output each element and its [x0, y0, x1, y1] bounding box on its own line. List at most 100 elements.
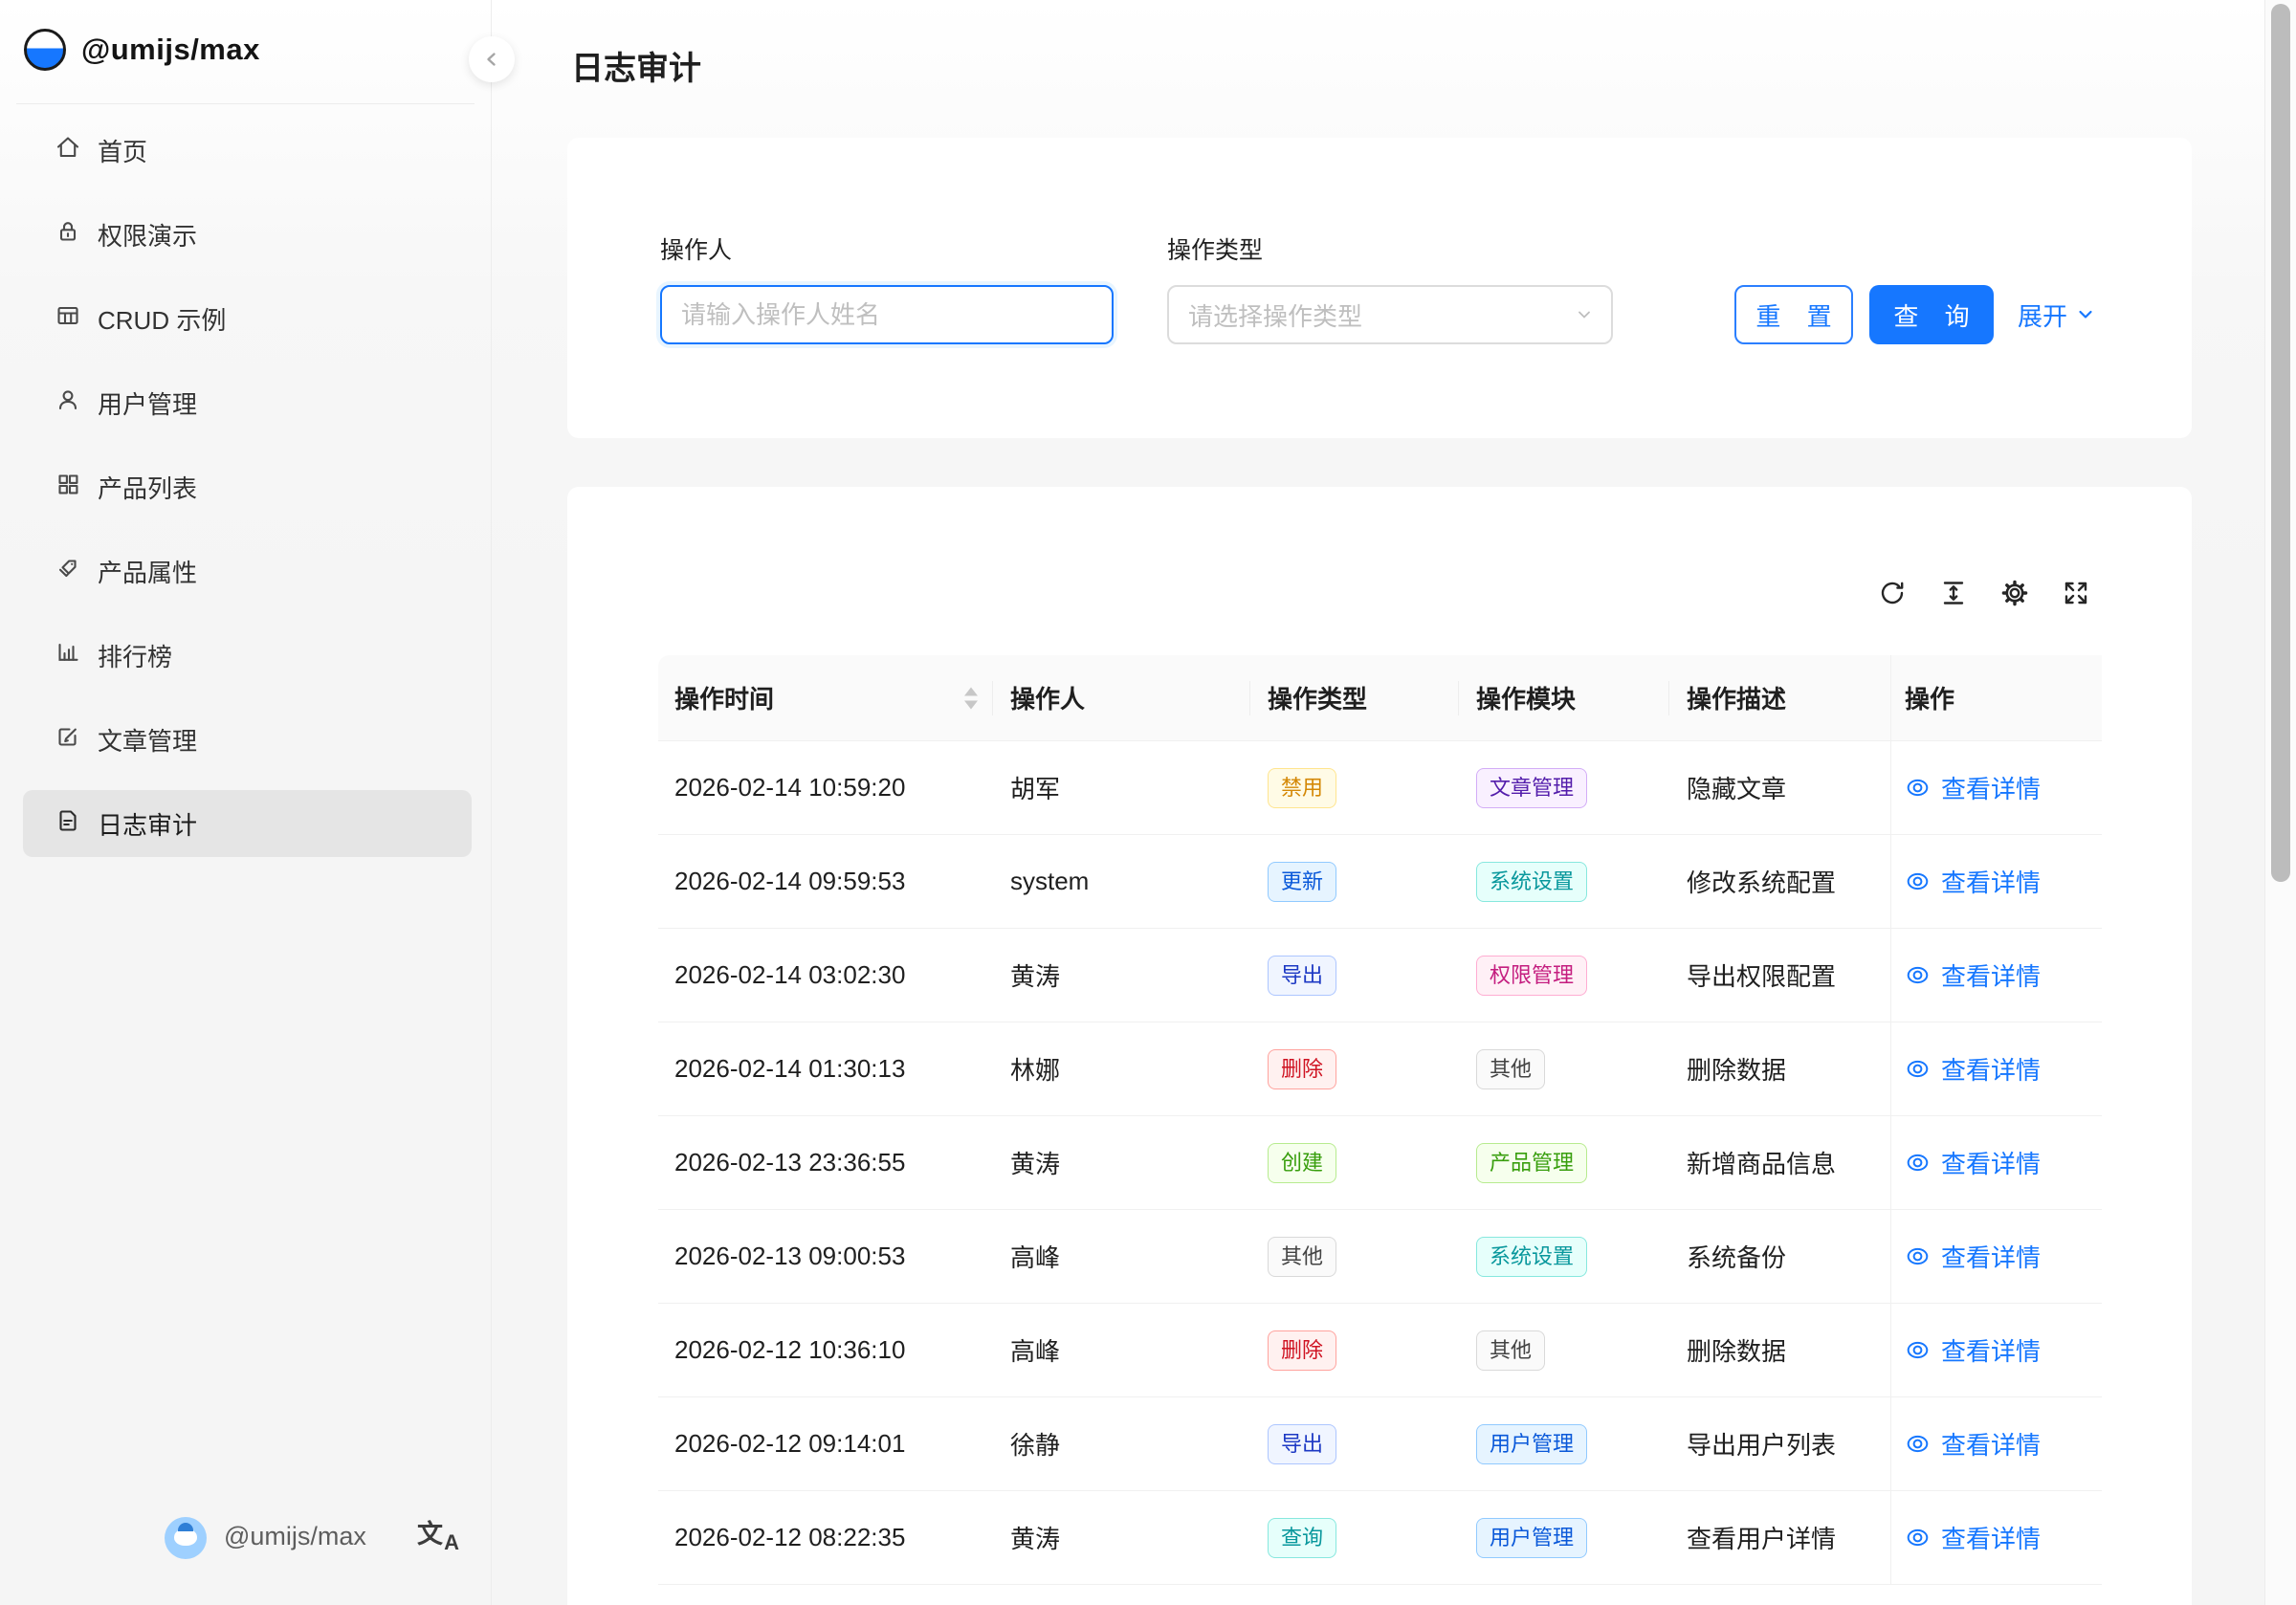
view-detail-link[interactable]: 查看详情 [1905, 1426, 2041, 1462]
reload-icon[interactable] [1878, 579, 1907, 607]
cell-desc: 查看用户详情 [1669, 1491, 1890, 1584]
brand[interactable]: @umijs/max [24, 29, 260, 71]
view-detail-link[interactable]: 查看详情 [1905, 1332, 2041, 1368]
fullscreen-icon[interactable] [2062, 579, 2090, 607]
sidebar-item-label: 排行榜 [98, 638, 172, 673]
cell-type: 导出 [1250, 1397, 1459, 1490]
cell-desc: 修改系统配置 [1669, 835, 1890, 928]
view-detail-link[interactable]: 查看详情 [1905, 957, 2041, 993]
sidebar-item-users[interactable]: 用户管理 [23, 369, 472, 436]
view-detail-link[interactable]: 查看详情 [1905, 1520, 2041, 1555]
column-header-time[interactable]: 操作时间 [658, 655, 993, 740]
type-tag: 查询 [1268, 1518, 1336, 1558]
cell-module: 产品管理 [1459, 1116, 1669, 1209]
cell-time: 2026-02-12 10:36:10 [658, 1304, 993, 1396]
translate-icon[interactable]: 文A [417, 1513, 459, 1555]
column-header-module: 操作模块 [1459, 655, 1669, 740]
cell-operator: system [993, 835, 1250, 928]
cell-time: 2026-02-14 01:30:13 [658, 1022, 993, 1115]
cell-module: 系统设置 [1459, 1210, 1669, 1303]
table-row: 2026-02-12 09:14:01 徐静 导出 用户管理 导出用户列表 查看… [658, 1397, 2102, 1491]
module-tag: 用户管理 [1476, 1424, 1587, 1464]
module-tag: 权限管理 [1476, 956, 1587, 996]
cell-operator: 高峰 [993, 1304, 1250, 1396]
view-detail-link[interactable]: 查看详情 [1905, 1145, 2041, 1180]
page-title: 日志审计 [571, 42, 701, 89]
table-header-row: 操作时间 操作人 操作类型 操作模块 操作描述 操作 [658, 655, 2102, 741]
chevron-left-icon [483, 51, 500, 68]
type-select-placeholder: 请选择操作类型 [1188, 297, 1362, 333]
type-tag: 删除 [1268, 1049, 1336, 1089]
settings-gear-icon[interactable] [2000, 579, 2029, 607]
sidebar-item-articles[interactable]: 文章管理 [23, 706, 472, 773]
scrollbar-thumb[interactable] [2271, 4, 2290, 882]
user-avatar[interactable] [165, 1517, 207, 1559]
sort-icon[interactable] [964, 687, 978, 709]
rice-bowl-logo-icon [24, 29, 66, 71]
column-header-operator: 操作人 [993, 655, 1250, 740]
eye-icon [1905, 868, 1931, 894]
cell-action: 查看详情 [1890, 1304, 2102, 1396]
cell-desc: 导出用户列表 [1669, 1397, 1890, 1490]
eye-icon [1905, 962, 1931, 988]
cell-action: 查看详情 [1890, 1491, 2102, 1584]
module-tag: 产品管理 [1476, 1143, 1587, 1183]
table-toolbar [1878, 579, 2090, 607]
cell-type: 查询 [1250, 1491, 1459, 1584]
sidebar-item-label: 文章管理 [98, 722, 197, 758]
sidebar-item-label: CRUD 示例 [98, 301, 226, 337]
app-window: @umijs/max 首页 权限演示 CRUD 示例 [0, 0, 2296, 1605]
file-text-icon [55, 807, 81, 841]
eye-icon [1905, 1056, 1931, 1082]
cell-operator: 林娜 [993, 1022, 1250, 1115]
type-tag: 禁用 [1268, 768, 1336, 808]
module-tag: 其他 [1476, 1049, 1545, 1089]
type-tag: 导出 [1268, 1424, 1336, 1464]
eye-icon [1905, 1525, 1931, 1550]
column-header-desc: 操作描述 [1669, 655, 1890, 740]
operator-input[interactable] [660, 285, 1114, 344]
view-detail-label: 查看详情 [1941, 864, 2041, 899]
cell-time: 2026-02-12 09:14:01 [658, 1397, 993, 1490]
cell-action: 查看详情 [1890, 929, 2102, 1022]
table-row: 2026-02-14 01:30:13 林娜 删除 其他 删除数据 查看详情 [658, 1022, 2102, 1116]
cell-type: 其他 [1250, 1210, 1459, 1303]
sidebar-item-products[interactable]: 产品列表 [23, 453, 472, 520]
cell-operator: 胡军 [993, 741, 1250, 834]
type-select[interactable]: 请选择操作类型 [1167, 285, 1613, 344]
cell-module: 文章管理 [1459, 741, 1669, 834]
sidebar-item-home[interactable]: 首页 [23, 117, 472, 184]
view-detail-link[interactable]: 查看详情 [1905, 770, 2041, 805]
module-tag: 文章管理 [1476, 768, 1587, 808]
cell-type: 导出 [1250, 929, 1459, 1022]
view-detail-link[interactable]: 查看详情 [1905, 1239, 2041, 1274]
page-scrollbar[interactable] [2264, 0, 2296, 1605]
view-detail-link[interactable]: 查看详情 [1905, 864, 2041, 899]
view-detail-label: 查看详情 [1941, 1426, 2041, 1462]
cell-action: 查看详情 [1890, 1022, 2102, 1115]
query-button[interactable]: 查 询 [1869, 285, 1994, 344]
lock-icon [55, 218, 81, 252]
view-detail-label: 查看详情 [1941, 1145, 2041, 1180]
view-detail-link[interactable]: 查看详情 [1905, 1051, 2041, 1087]
sidebar-item-log-audit[interactable]: 日志审计 [23, 790, 472, 857]
sidebar-collapse-button[interactable] [469, 36, 515, 82]
table-row: 2026-02-13 23:36:55 黄涛 创建 产品管理 新增商品信息 查看… [658, 1116, 2102, 1210]
sidebar-item-ranking[interactable]: 排行榜 [23, 622, 472, 689]
cell-desc: 删除数据 [1669, 1022, 1890, 1115]
view-detail-label: 查看详情 [1941, 1332, 2041, 1368]
cell-type: 更新 [1250, 835, 1459, 928]
reset-button[interactable]: 重 置 [1734, 285, 1853, 344]
eye-icon [1905, 1431, 1931, 1457]
view-detail-label: 查看详情 [1941, 957, 2041, 993]
density-icon[interactable] [1939, 579, 1968, 607]
table-icon [55, 302, 81, 336]
sidebar-item-permission[interactable]: 权限演示 [23, 201, 472, 268]
sidebar-item-crud[interactable]: CRUD 示例 [23, 285, 472, 352]
log-table: 操作时间 操作人 操作类型 操作模块 操作描述 操作 2026-02-14 10… [658, 655, 2102, 1585]
type-tag: 创建 [1268, 1143, 1336, 1183]
cell-action: 查看详情 [1890, 1210, 2102, 1303]
expand-toggle[interactable]: 展开 [2018, 285, 2094, 344]
sidebar-item-attributes[interactable]: 产品属性 [23, 538, 472, 605]
cell-module: 权限管理 [1459, 929, 1669, 1022]
